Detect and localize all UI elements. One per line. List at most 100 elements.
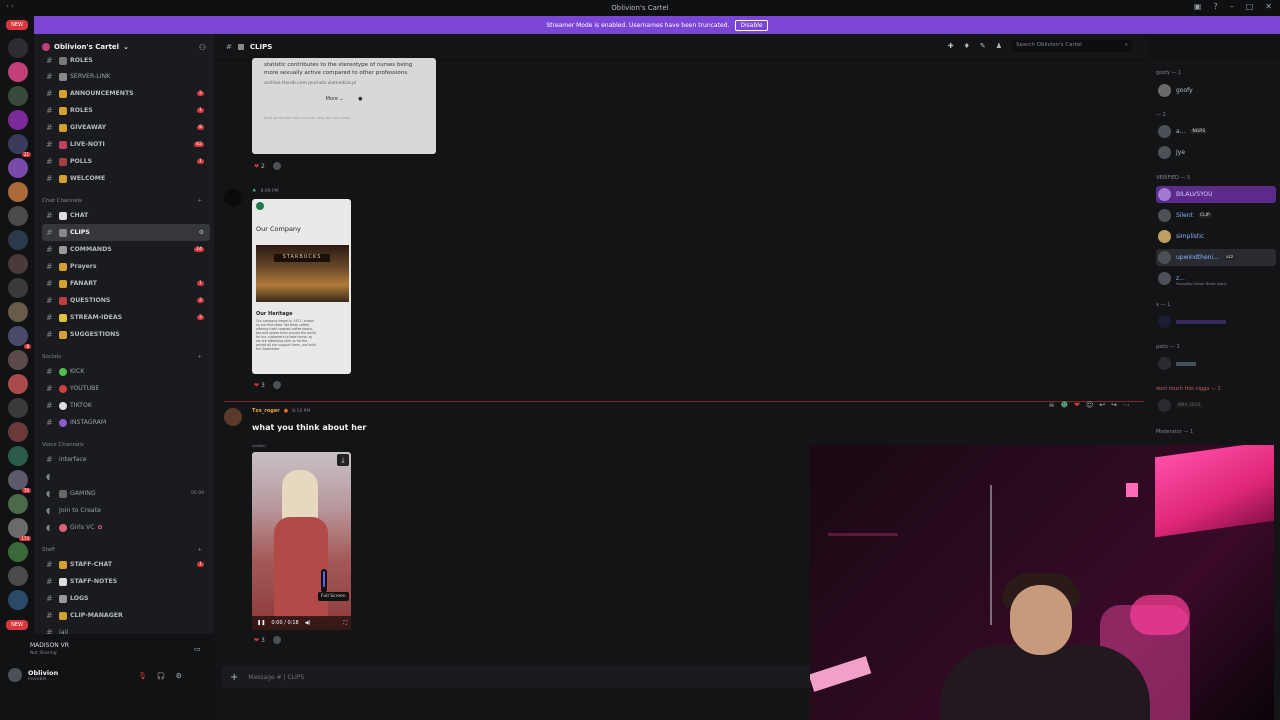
server-icon[interactable]: 70 bbox=[8, 470, 31, 493]
add-channel-icon[interactable]: + bbox=[197, 547, 202, 553]
member-item[interactable]: NBA 2K26 bbox=[1156, 397, 1276, 414]
pause-icon[interactable]: ❚❚ bbox=[257, 620, 265, 626]
back-forward-icon[interactable]: ‹ › bbox=[6, 2, 14, 10]
member-item[interactable]: simplistic bbox=[1156, 228, 1276, 245]
server-icon[interactable] bbox=[8, 494, 28, 514]
close-button[interactable]: ✕ bbox=[1265, 2, 1272, 11]
server-icon[interactable] bbox=[8, 350, 28, 370]
image-attachment[interactable]: Our Company STARBUCKS Our Heritage Our c… bbox=[252, 199, 351, 374]
channel-questions[interactable]: # QUESTIONS 2 bbox=[42, 292, 210, 309]
channel-chat[interactable]: # CHAT bbox=[42, 207, 210, 224]
member-item[interactable]: upwindtheni... xzz bbox=[1156, 249, 1276, 266]
fullscreen-icon[interactable]: ⛶ bbox=[343, 620, 347, 626]
channel-kick[interactable]: # KICK bbox=[42, 363, 210, 380]
message-input[interactable]: + Message # | CLIPS bbox=[222, 666, 822, 688]
server-icon[interactable] bbox=[8, 590, 28, 610]
server-icon[interactable] bbox=[8, 374, 28, 394]
add-member-icon[interactable]: ⚇ bbox=[199, 43, 206, 52]
volume-icon[interactable]: ◀) bbox=[305, 620, 311, 626]
channel-server-link[interactable]: # SERVER-LINK bbox=[42, 68, 210, 85]
server-icon[interactable] bbox=[8, 254, 28, 274]
channel-roles-top[interactable]: # ROLES bbox=[42, 52, 210, 69]
voice-channel-girls-vc[interactable]: ◖ Girls VC ✿ bbox=[42, 519, 210, 536]
server-icon[interactable] bbox=[8, 542, 28, 562]
category-voice-channels[interactable]: Voice Channels bbox=[42, 442, 210, 448]
search-input[interactable]: Search Oblivion's Cartel ⌕ bbox=[1012, 40, 1132, 52]
channel-fanart[interactable]: # FANART 1 bbox=[42, 275, 210, 292]
member-item[interactable] bbox=[1156, 313, 1276, 330]
member-item[interactable]: BILALVSYOU bbox=[1156, 186, 1276, 203]
server-icon[interactable]: 174 bbox=[8, 518, 31, 541]
member-item[interactable]: goofy bbox=[1156, 82, 1276, 99]
add-reaction-icon[interactable] bbox=[272, 636, 281, 644]
server-icon[interactable] bbox=[8, 566, 28, 586]
pin-icon[interactable]: ✎ bbox=[980, 42, 986, 50]
member-item[interactable] bbox=[1156, 355, 1276, 372]
screen-share-icon[interactable]: ▭ bbox=[194, 645, 201, 653]
channel-clip-manager[interactable]: # CLIP-MANAGER bbox=[42, 607, 210, 624]
voice-channel-gaming[interactable]: ◖ GAMING 00 99 bbox=[42, 485, 210, 502]
channel-polls[interactable]: # POLLS 1 bbox=[42, 153, 210, 170]
maximize-button[interactable]: □ bbox=[1246, 2, 1254, 11]
server-icon[interactable] bbox=[8, 158, 28, 178]
server-icon[interactable] bbox=[8, 38, 28, 58]
avatar[interactable] bbox=[224, 189, 242, 207]
new-badge[interactable]: NEW bbox=[6, 20, 28, 30]
add-channel-icon[interactable]: + bbox=[197, 354, 202, 360]
add-reaction-icon[interactable] bbox=[272, 381, 281, 389]
channel-staff-chat[interactable]: # STAFF-CHAT 1 bbox=[42, 556, 210, 573]
heart-icon[interactable]: ❤ bbox=[1074, 401, 1080, 409]
server-icon[interactable] bbox=[8, 302, 28, 322]
server-icon[interactable] bbox=[8, 86, 28, 106]
server-icon[interactable] bbox=[8, 422, 28, 442]
inbox-icon[interactable]: ▣ bbox=[1194, 2, 1202, 11]
author-name[interactable]: Txx_roger bbox=[252, 408, 280, 414]
channel-staff-notes[interactable]: # STAFF-NOTES bbox=[42, 573, 210, 590]
reaction-heart[interactable]: ❤ 3 bbox=[254, 637, 265, 644]
mic-muted-icon[interactable]: 🎙 bbox=[138, 672, 147, 680]
server-icon[interactable] bbox=[8, 278, 28, 298]
server-icon[interactable] bbox=[8, 182, 28, 202]
deafen-icon[interactable]: 🎧 bbox=[157, 672, 166, 680]
skull-icon[interactable]: ☠ bbox=[1048, 401, 1054, 409]
server-icon[interactable]: 8 bbox=[8, 326, 31, 349]
add-reaction-icon[interactable] bbox=[272, 162, 281, 170]
add-reaction-icon[interactable]: ☺ bbox=[1086, 401, 1093, 409]
attach-plus-icon[interactable]: + bbox=[230, 672, 238, 683]
gear-icon[interactable]: ⚙ bbox=[176, 672, 182, 680]
voice-channel-unnamed[interactable]: ◖ bbox=[42, 468, 210, 485]
server-icon[interactable] bbox=[8, 446, 28, 466]
reaction-heart[interactable]: ❤ 3 bbox=[254, 382, 265, 389]
disable-button[interactable]: Disable bbox=[735, 19, 768, 31]
member-item[interactable]: a... NGRS bbox=[1156, 123, 1276, 140]
category-chat-channels[interactable]: Chat Channels + bbox=[42, 198, 210, 204]
channel-instagram[interactable]: # INSTAGRAM bbox=[42, 414, 210, 431]
channel-logs[interactable]: # LOGS bbox=[42, 590, 210, 607]
channel-giveaway[interactable]: # GIVEAWAY 8 bbox=[42, 119, 210, 136]
server-icon[interactable] bbox=[8, 230, 28, 250]
members-icon[interactable]: ♟ bbox=[996, 42, 1002, 50]
forward-icon[interactable]: ↪ bbox=[1111, 401, 1117, 409]
current-user[interactable]: Oblivion Invisible bbox=[8, 668, 58, 682]
server-icon[interactable] bbox=[8, 62, 28, 82]
reply-icon[interactable]: ↩ bbox=[1099, 401, 1105, 409]
channel-interface[interactable]: # interface bbox=[42, 451, 210, 468]
server-icon[interactable] bbox=[8, 110, 28, 130]
channel-clips[interactable]: # CLIPS ⚙ bbox=[42, 224, 210, 241]
server-icon[interactable] bbox=[8, 206, 28, 226]
channel-live-noti[interactable]: # LIVE-NOTI 62 bbox=[42, 136, 210, 153]
reaction-heart[interactable]: ❤ 2 bbox=[254, 163, 265, 170]
channel-youtube[interactable]: # YOUTUBE bbox=[42, 380, 210, 397]
minimize-button[interactable]: – bbox=[1230, 2, 1234, 11]
settings-gear-icon[interactable]: ⚙ bbox=[199, 229, 204, 236]
embed-sources[interactable]: archive.thesib.com journals.viamedica.pl bbox=[264, 80, 424, 88]
channel-stream-ideas[interactable]: # STREAM-IDEAS 2 bbox=[42, 309, 210, 326]
server-icon[interactable]: 21 bbox=[8, 134, 31, 157]
volume-slider[interactable] bbox=[321, 569, 327, 593]
channel-roles[interactable]: # ROLES 1 bbox=[42, 102, 210, 119]
avatar[interactable] bbox=[224, 408, 242, 426]
member-item[interactable]: z... YoungBoy Never Broke Again bbox=[1156, 270, 1276, 287]
copy-icon[interactable]: ● bbox=[358, 96, 362, 102]
channel-commands[interactable]: # COMMANDS 24 bbox=[42, 241, 210, 258]
voice-channel-join-to-create[interactable]: ◖ Join to Create bbox=[42, 502, 210, 519]
